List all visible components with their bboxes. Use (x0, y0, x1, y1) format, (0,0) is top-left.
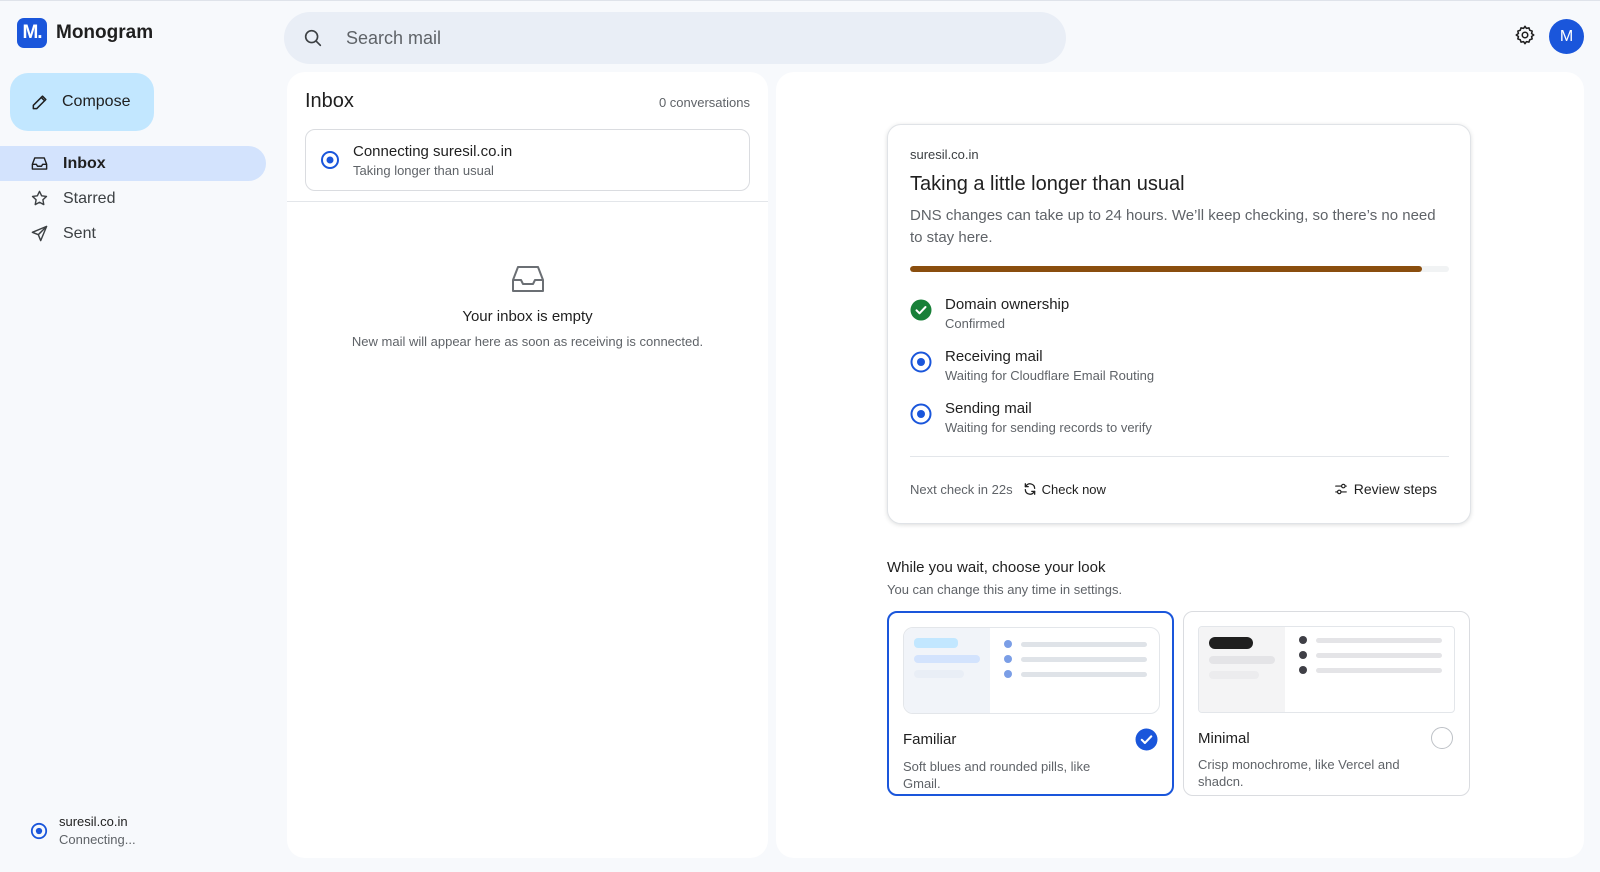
inbox-list-panel: Inbox 0 conversations Connecting suresil… (287, 72, 768, 858)
list-title: Inbox (305, 90, 354, 112)
theme-name: Minimal (1198, 729, 1250, 747)
theme-preview (1198, 626, 1455, 713)
compose-label: Compose (62, 93, 131, 110)
app-name: Monogram (56, 22, 154, 43)
sidebar-item-label: Inbox (63, 154, 106, 172)
app-brand[interactable]: M. Monogram (17, 18, 153, 48)
card-title: Taking a little longer than usual (910, 173, 1185, 195)
monogram-logo: M. (17, 18, 47, 48)
theme-preview (903, 627, 1160, 714)
refresh-icon (1023, 482, 1037, 496)
step-subtitle: Waiting for Cloudflare Email Routing (945, 368, 1155, 383)
step-receiving-mail: Receiving mail Waiting for Cloudflare Em… (910, 348, 1448, 400)
progress-bar (910, 266, 1449, 272)
theme-description: Crisp monochrome, like Vercel and shadcn… (1198, 757, 1400, 789)
search-icon[interactable] (302, 27, 324, 49)
settings-button[interactable] (1514, 24, 1536, 46)
sidebar-item-label: Starred (63, 189, 116, 207)
step-title: Domain ownership (945, 296, 1070, 313)
connection-status-card: suresil.co.in Taking a little longer tha… (887, 124, 1471, 524)
send-icon (30, 224, 49, 243)
connecting-title: Connecting suresil.co.in (353, 142, 513, 160)
check-now-label: Check now (1041, 481, 1106, 497)
review-steps-button[interactable]: Review steps (1334, 481, 1437, 497)
star-icon (30, 189, 49, 208)
sidebar-item-sent[interactable]: Sent (0, 216, 266, 251)
sidebar-item-starred[interactable]: Starred (0, 181, 266, 216)
step-title: Receiving mail (945, 348, 1043, 365)
sliders-icon (1334, 482, 1348, 496)
gear-icon (1514, 24, 1536, 46)
step-title: Sending mail (945, 400, 1032, 417)
selected-check-icon[interactable] (1135, 728, 1158, 751)
setup-panel: suresil.co.in Taking a little longer tha… (776, 72, 1584, 858)
pending-radio-icon (30, 822, 48, 840)
check-now-button[interactable]: Check now (1023, 482, 1106, 497)
progress-fill (910, 266, 1423, 272)
empty-state: Your inbox is empty New mail will appear… (287, 264, 768, 349)
card-footer: Next check in 22s Check now Review steps (910, 457, 1449, 521)
empty-title: Your inbox is empty (462, 308, 593, 325)
pending-radio-icon (910, 403, 932, 425)
empty-inbox-icon (287, 264, 768, 294)
conversation-count: 0 conversations (658, 95, 750, 110)
empty-subtitle: New mail will appear here as soon as rec… (351, 334, 704, 349)
sidebar-item-label: Sent (63, 224, 96, 242)
connecting-subtitle: Taking longer than usual (353, 162, 494, 178)
review-steps-label: Review steps (1353, 481, 1437, 497)
connecting-domain-card[interactable]: Connecting suresil.co.in Taking longer t… (305, 129, 750, 191)
pending-radio-icon (320, 150, 340, 170)
status-domain: suresil.co.in (59, 814, 128, 829)
avatar[interactable]: M (1549, 19, 1584, 54)
look-title: While you wait, choose your look (887, 559, 1106, 576)
domain-connection-status[interactable]: suresil.co.in Connecting... (30, 814, 136, 847)
sidebar-nav: Inbox Starred Sent (0, 146, 266, 251)
step-subtitle: Confirmed (945, 316, 1005, 331)
search-input[interactable] (346, 27, 996, 49)
step-sending-mail: Sending mail Waiting for sending records… (910, 400, 1448, 452)
sidebar-item-inbox[interactable]: Inbox (0, 146, 266, 181)
theme-option-minimal[interactable]: Minimal Crisp monochrome, like Vercel an… (1183, 611, 1470, 796)
unselected-radio-icon[interactable] (1431, 727, 1453, 749)
theme-option-familiar[interactable]: Familiar Soft blues and rounded pills, l… (887, 611, 1174, 796)
compose-button[interactable]: Compose (10, 73, 154, 131)
inbox-icon (30, 154, 49, 173)
setup-steps: Domain ownership Confirmed Receiving mai… (910, 296, 1448, 452)
card-domain: suresil.co.in (910, 147, 979, 162)
step-subtitle: Waiting for sending records to verify (945, 420, 1152, 435)
search-bar[interactable] (284, 12, 1066, 64)
theme-description: Soft blues and rounded pills, like Gmail… (903, 759, 1091, 791)
pencil-icon (30, 92, 50, 112)
divider (287, 201, 768, 202)
look-subtitle: You can change this any time in settings… (887, 582, 1123, 597)
check-circle-icon (910, 299, 932, 321)
theme-name: Familiar (903, 731, 957, 748)
next-check-timer: Next check in 22s (910, 481, 1013, 497)
card-description: DNS changes can take up to 24 hours. We’… (910, 207, 1436, 246)
status-state: Connecting... (59, 832, 136, 847)
pending-radio-icon (910, 351, 932, 373)
step-domain-ownership: Domain ownership Confirmed (910, 296, 1448, 348)
